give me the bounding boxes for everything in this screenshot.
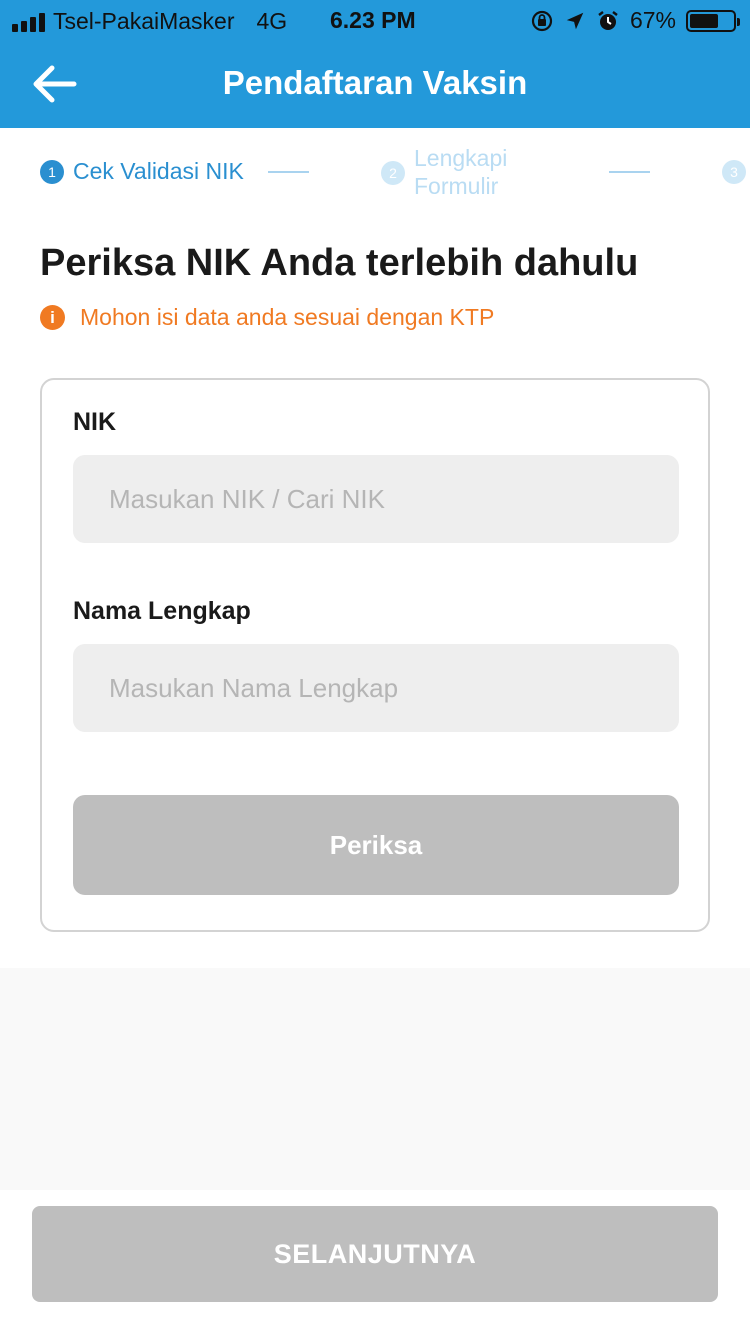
battery-percent: 67% [629,7,676,33]
notice-text: Mohon isi data anda sesuai dengan KTP [80,304,495,330]
ktp-notice: i Mohon isi data anda sesuai dengan KTP [40,304,494,331]
step-2-label-line1: Lengkapi [414,145,508,171]
page-title: Pendaftaran Vaksin [222,64,528,101]
top-bar: Tsel-PakaiMasker 4G 6.23 PM 67% Pendafta… [0,0,750,128]
check-button[interactable]: Periksa [73,795,679,895]
step-2: 2 Lengkapi Formulir [381,144,507,200]
step-1-number: 1 [40,159,64,184]
step-1: 1 Cek Validasi NIK [40,158,244,185]
bottom-bar: SELANJUTNYA [0,1190,750,1334]
step-connector [268,171,309,173]
step-2-label-line2: Formulir [414,173,499,199]
signal-strength-icon [12,12,45,32]
nik-input[interactable] [73,455,679,543]
info-icon: i [40,305,65,330]
next-button[interactable]: SELANJUTNYA [32,1206,718,1302]
orientation-lock-icon [531,10,553,31]
full-name-label: Nama Lengkap [73,597,251,625]
nik-label: NIK [73,408,117,436]
nik-check-card: NIK Nama Lengkap Periksa [40,378,710,932]
step-connector [609,171,650,173]
carrier-name: Tsel-PakaiMasker [53,8,235,34]
step-1-label: Cek Validasi NIK [73,158,244,184]
network-type: 4G [256,8,288,34]
battery-icon [686,9,740,32]
step-2-number: 2 [381,161,405,185]
full-name-input[interactable] [73,644,679,732]
step-3: 3 [722,160,750,184]
section-title: Periksa NIK Anda terlebih dahulu [40,242,639,284]
content-background [0,968,750,1190]
status-time: 6.23 PM [330,7,416,33]
app-header: Pendaftaran Vaksin [0,40,750,128]
step-3-number: 3 [722,160,746,184]
stepper: 1 Cek Validasi NIK 2 Lengkapi Formulir 3 [0,128,750,218]
alarm-icon [598,10,618,30]
location-icon [566,12,584,29]
status-bar: Tsel-PakaiMasker 4G 6.23 PM 67% [0,0,750,40]
